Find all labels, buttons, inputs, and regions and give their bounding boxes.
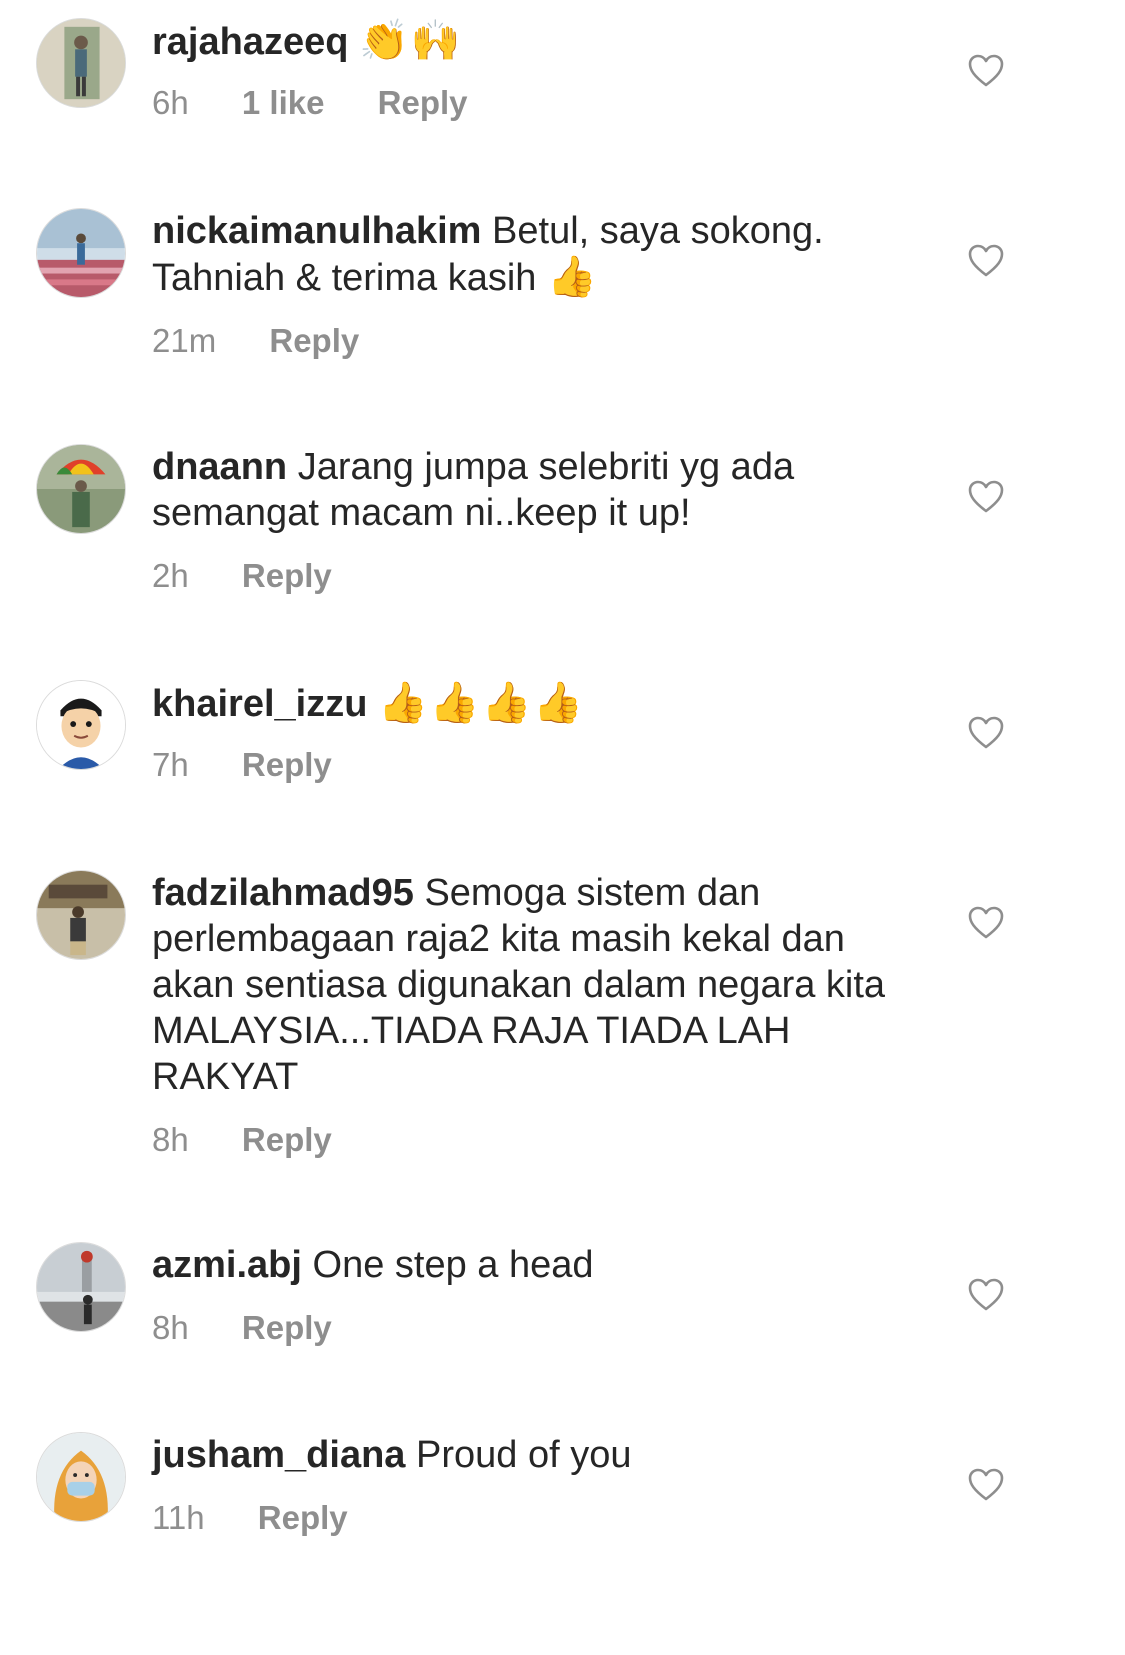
comment-meta: 8h Reply <box>152 1120 922 1160</box>
reply-button[interactable]: Reply <box>242 556 332 596</box>
avatar[interactable] <box>36 870 126 960</box>
comment-username[interactable]: fadzilahmad95 <box>152 872 414 914</box>
comment-time: 8h <box>152 1121 189 1158</box>
comment-username[interactable]: dnaann <box>152 446 287 488</box>
comment-time: 7h <box>152 746 189 783</box>
comment-username[interactable]: khairel_izzu <box>152 683 367 725</box>
comment-username[interactable]: nickaimanulhakim <box>152 210 481 252</box>
like-heart-icon[interactable] <box>968 1468 1004 1502</box>
comment-body: rajahazeeq 👏🙌 6h 1 like Reply <box>152 18 922 123</box>
comment-meta: 2h Reply <box>152 556 922 596</box>
reply-button[interactable]: Reply <box>242 1308 332 1348</box>
like-heart-icon[interactable] <box>968 1278 1004 1312</box>
comment-meta: 6h 1 like Reply <box>152 83 922 123</box>
avatar[interactable] <box>36 18 126 108</box>
avatar[interactable] <box>36 680 126 770</box>
avatar-image <box>37 209 125 297</box>
avatar-image <box>37 871 125 959</box>
comment-time: 11h <box>152 1499 205 1536</box>
comment-body: khairel_izzu 👍👍👍👍 7h Reply <box>152 680 922 785</box>
comment-text: nickaimanulhakim Betul, saya sokong. Tah… <box>152 208 922 301</box>
avatar-image <box>37 445 125 533</box>
comment-meta: 11h Reply <box>152 1498 922 1538</box>
comment-list: rajahazeeq 👏🙌 6h 1 like Reply nickaimanu… <box>0 0 1125 1655</box>
comment-body: nickaimanulhakim Betul, saya sokong. Tah… <box>152 208 922 361</box>
reply-button[interactable]: Reply <box>269 321 359 361</box>
comment-body: azmi.abj One step a head 8h Reply <box>152 1242 922 1348</box>
comment-emoji: 👍 <box>546 254 599 300</box>
avatar[interactable] <box>36 444 126 534</box>
comment-time: 8h <box>152 1309 189 1346</box>
like-heart-icon[interactable] <box>968 906 1004 940</box>
reply-button[interactable]: Reply <box>242 745 332 785</box>
comment-username[interactable]: azmi.abj <box>152 1244 302 1286</box>
avatar[interactable] <box>36 1432 126 1522</box>
reply-button[interactable]: Reply <box>378 83 468 123</box>
comment-like-count[interactable]: 1 like <box>242 83 325 123</box>
comment-emoji: 👏🙌 <box>359 18 463 64</box>
reply-button[interactable]: Reply <box>242 1120 332 1160</box>
comment-emoji: 👍👍👍👍 <box>377 680 586 726</box>
comment-meta: 21m Reply <box>152 321 922 361</box>
comment-time: 2h <box>152 557 189 594</box>
like-heart-icon[interactable] <box>968 716 1004 750</box>
comment-text: azmi.abj One step a head <box>152 1242 922 1288</box>
comment-message: Proud of you <box>415 1434 632 1476</box>
avatar-image <box>37 1243 125 1331</box>
comment-meta: 7h Reply <box>152 745 922 785</box>
comment-message: One step a head <box>312 1244 594 1286</box>
like-heart-icon[interactable] <box>968 480 1004 514</box>
comment-username[interactable]: jusham_diana <box>152 1434 405 1476</box>
comment-time: 21m <box>152 322 217 359</box>
like-heart-icon[interactable] <box>968 54 1004 88</box>
comment-body: fadzilahmad95 Semoga sistem dan perlemba… <box>152 870 922 1160</box>
comment-text: fadzilahmad95 Semoga sistem dan perlemba… <box>152 870 922 1100</box>
avatar-image <box>37 19 125 107</box>
comment-text: rajahazeeq 👏🙌 <box>152 18 922 65</box>
comment-body: dnaann Jarang jumpa selebriti yg ada sem… <box>152 444 922 596</box>
avatar-image <box>37 1433 125 1521</box>
like-heart-icon[interactable] <box>968 244 1004 278</box>
reply-button[interactable]: Reply <box>258 1498 348 1538</box>
comment-text: khairel_izzu 👍👍👍👍 <box>152 680 922 727</box>
comment-time: 6h <box>152 84 189 121</box>
comment-text: jusham_diana Proud of you <box>152 1432 922 1478</box>
avatar[interactable] <box>36 208 126 298</box>
avatar[interactable] <box>36 1242 126 1332</box>
comment-username[interactable]: rajahazeeq <box>152 21 348 63</box>
comment-text: dnaann Jarang jumpa selebriti yg ada sem… <box>152 444 922 536</box>
avatar-image <box>37 681 125 769</box>
comment-body: jusham_diana Proud of you 11h Reply <box>152 1432 922 1538</box>
comment-meta: 8h Reply <box>152 1308 922 1348</box>
